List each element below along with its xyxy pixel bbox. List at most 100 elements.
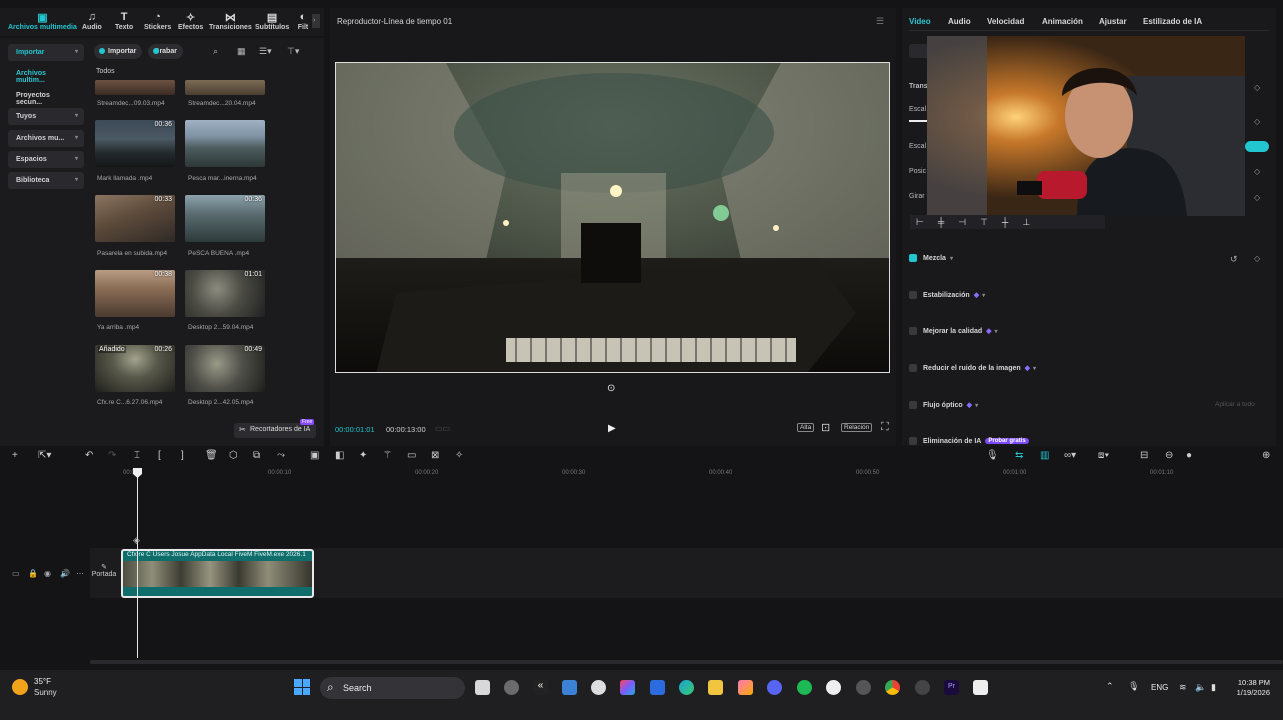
filmora-icon[interactable] <box>973 680 988 695</box>
edge-icon[interactable] <box>679 680 694 695</box>
record-button[interactable]: Grabar <box>148 44 183 59</box>
app-icon[interactable]: « <box>533 680 548 695</box>
keyframe-icon[interactable]: ◇ <box>1254 117 1260 126</box>
ratio-button[interactable]: Relación <box>841 423 873 432</box>
grid-view-icon[interactable]: ▦ <box>237 46 246 57</box>
language-indicator[interactable]: ENG <box>1151 683 1168 692</box>
more-icon[interactable]: ⋯ <box>76 569 84 578</box>
crop-icon[interactable]: ⧉ <box>253 450 260 461</box>
start-button[interactable] <box>294 679 310 695</box>
tab-subtitles[interactable]: ▤ Subtítulos <box>255 11 289 32</box>
option-denoise[interactable]: Reducir el ruido de la imagen ◆ ▾ <box>909 364 1036 372</box>
mark-icon[interactable]: ⬡ <box>229 450 238 461</box>
copilot-icon[interactable] <box>620 680 635 695</box>
align-left-icon[interactable]: ⊢ <box>916 217 924 228</box>
checkbox[interactable] <box>909 327 917 335</box>
media-thumbnail[interactable]: 00:38 <box>95 270 175 317</box>
checkbox[interactable] <box>909 437 917 445</box>
media-thumbnail[interactable]: Añadido 00:26 <box>95 345 175 392</box>
playhead[interactable] <box>137 468 138 658</box>
tab-ai-style[interactable]: Estilizado de IA <box>1143 17 1202 26</box>
lock-icon[interactable]: 🔒 <box>28 569 38 578</box>
clock[interactable]: 10:38 PM 1/19/2026 <box>1228 678 1270 698</box>
keyframe-icon[interactable]: ◇ <box>1254 167 1260 176</box>
sort-icon[interactable]: ☰▾ <box>259 46 272 57</box>
checkbox[interactable] <box>909 254 917 262</box>
sidebar-item-spaces[interactable]: Espacios <box>8 150 84 168</box>
app-icon[interactable] <box>504 680 519 695</box>
loop-icon[interactable]: ▭▭ <box>435 424 450 433</box>
wifi-icon[interactable]: ≋ <box>1179 682 1187 693</box>
split-icon[interactable]: ⌶ <box>134 450 140 461</box>
vs-icon[interactable] <box>650 680 665 695</box>
import-button[interactable]: Importar <box>94 44 143 59</box>
toolbar-scroll-right[interactable]: › <box>312 14 320 28</box>
checkbox[interactable] <box>909 364 917 372</box>
freeze-icon[interactable]: ⊠ <box>431 450 439 461</box>
tab-video[interactable]: Video <box>909 17 931 26</box>
apply-all-button[interactable]: Aplicar a todo <box>1215 401 1255 408</box>
spotify-icon[interactable] <box>797 680 812 695</box>
media-thumbnail[interactable]: 00:33 <box>95 195 175 242</box>
align-middle-icon[interactable]: ┼ <box>1002 217 1008 227</box>
tab-transitions[interactable]: ⋈ Transiciones <box>209 11 252 32</box>
sidebar-item-yours[interactable]: Tuyos <box>8 108 84 126</box>
system-tray[interactable]: ⌃ 🎙 <box>1106 681 1140 692</box>
align-top-icon[interactable]: ⊤ <box>980 217 988 228</box>
discord-icon[interactable] <box>767 680 782 695</box>
sidebar-item-media[interactable]: Archivos multim... <box>8 65 84 84</box>
keyframe-icon[interactable]: ◇ <box>1254 193 1260 202</box>
tab-animation[interactable]: Animación <box>1042 17 1083 26</box>
delete-icon[interactable]: 🗑 <box>205 450 218 461</box>
render-icon[interactable]: ⧈▾ <box>1098 450 1109 461</box>
speed-icon[interactable]: ⤳ <box>277 450 285 461</box>
timeline-clip[interactable]: Cfx.re C Users Josue AppData Local FiveM… <box>121 549 314 598</box>
sidebar-item-files[interactable]: Archivos mu... <box>8 129 84 147</box>
redo-icon[interactable]: ↷ <box>108 450 116 461</box>
media-thumbnail[interactable]: 00:36 <box>95 120 175 167</box>
tab-media[interactable]: ▣ Archivos multimedia <box>8 11 77 32</box>
premiere-icon[interactable]: Pr <box>944 680 959 695</box>
wand-icon[interactable]: ⚚ <box>383 450 392 461</box>
track-layer-icon[interactable]: ▭ <box>12 569 20 578</box>
audio-beat-icon[interactable]: ✧ <box>455 450 463 461</box>
media-thumbnail[interactable]: 01:01 <box>185 270 265 317</box>
keyframe-icon[interactable]: ◇ <box>1254 83 1260 92</box>
select-tool-icon[interactable]: ⇱▾ <box>38 450 51 461</box>
ai-tool-icon[interactable]: ▣ <box>310 450 319 461</box>
play-icon[interactable]: ▶ <box>608 423 616 434</box>
app-icon[interactable] <box>826 680 841 695</box>
zoom-out-icon[interactable]: ⊖ <box>1165 450 1173 461</box>
tab-audio-props[interactable]: Audio <box>948 17 971 26</box>
app-icon[interactable] <box>856 680 871 695</box>
scale-toggle[interactable] <box>1245 141 1269 152</box>
media-thumbnail[interactable]: 00:36 <box>185 195 265 242</box>
ai-trimmer-button[interactable]: Recortadores de IA <box>234 423 316 438</box>
fit-icon[interactable]: ⊟ <box>1140 450 1148 461</box>
align-bottom-icon[interactable]: ⊥ <box>1022 217 1030 228</box>
tab-adjust[interactable]: Ajustar <box>1099 17 1127 26</box>
mic-tray-icon[interactable]: 🎙 <box>1128 681 1139 691</box>
media-thumbnail[interactable] <box>95 80 175 95</box>
sidebar-item-import[interactable]: Importar <box>8 44 84 61</box>
option-ai-removal[interactable]: Eliminación de IA Probar gratis <box>909 437 1029 445</box>
color-icon[interactable]: ◧ <box>335 450 344 461</box>
trim-end-icon[interactable]: ] <box>181 450 184 461</box>
media-thumbnail[interactable]: 00:49 <box>185 345 265 392</box>
gear-app-icon[interactable] <box>591 680 606 695</box>
tab-text[interactable]: T Texto <box>115 11 133 31</box>
subtitle-tool-icon[interactable]: ▭ <box>407 450 416 461</box>
tab-stickers[interactable]: ◔ Stickers <box>144 11 171 31</box>
app-icon[interactable] <box>738 680 753 695</box>
option-enhance[interactable]: Mejorar la calidad ◆ ▾ <box>909 327 998 335</box>
tab-audio[interactable]: ♫ Audio <box>82 11 102 31</box>
app-icon[interactable] <box>915 680 930 695</box>
trial-badge[interactable]: Probar gratis <box>985 438 1029 444</box>
taskbar-search[interactable]: Search <box>320 677 465 699</box>
sidebar-item-library[interactable]: Biblioteca <box>8 172 84 190</box>
snap-icon[interactable]: ▥ <box>1040 450 1049 461</box>
mic-icon[interactable]: 🎙 <box>986 450 999 461</box>
tab-speed[interactable]: Velocidad <box>987 17 1024 26</box>
cover-button[interactable]: ✎ Portada <box>91 563 117 578</box>
battery-icon[interactable]: ▮ <box>1211 682 1216 693</box>
